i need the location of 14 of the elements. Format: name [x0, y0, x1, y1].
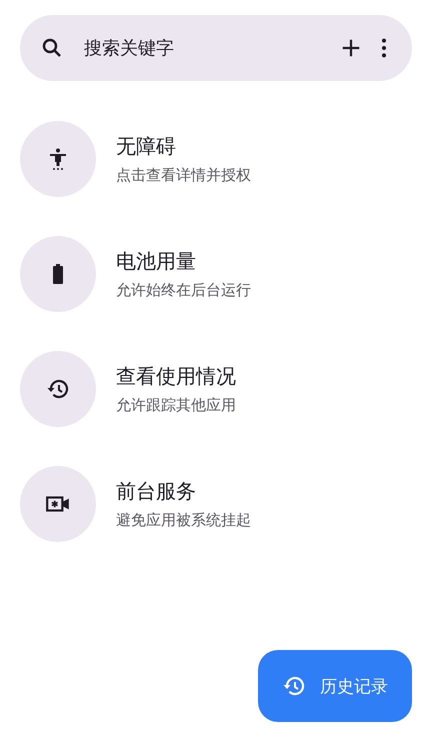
history-icon — [282, 674, 306, 698]
item-subtitle: 避免应用被系统挂起 — [116, 511, 251, 530]
search-field[interactable]: 搜索关键字 — [82, 36, 322, 60]
item-title[interactable]: 电池用量 — [116, 248, 196, 275]
add-icon[interactable] — [340, 37, 362, 59]
more-icon[interactable] — [380, 37, 388, 59]
item-subtitle: 允许始终在后台运行 — [116, 281, 251, 300]
item-title[interactable]: 查看使用情况 — [116, 363, 236, 390]
item-subtitle: 允许跟踪其他应用 — [116, 396, 236, 415]
item-title[interactable]: 前台服务 — [116, 478, 196, 505]
item-title[interactable]: 无障碍 — [116, 133, 176, 160]
item-subtitle: 点击查看详情并授权 — [116, 166, 251, 185]
history-button[interactable]: 历史记录 — [258, 650, 412, 722]
history-icon — [46, 377, 70, 401]
